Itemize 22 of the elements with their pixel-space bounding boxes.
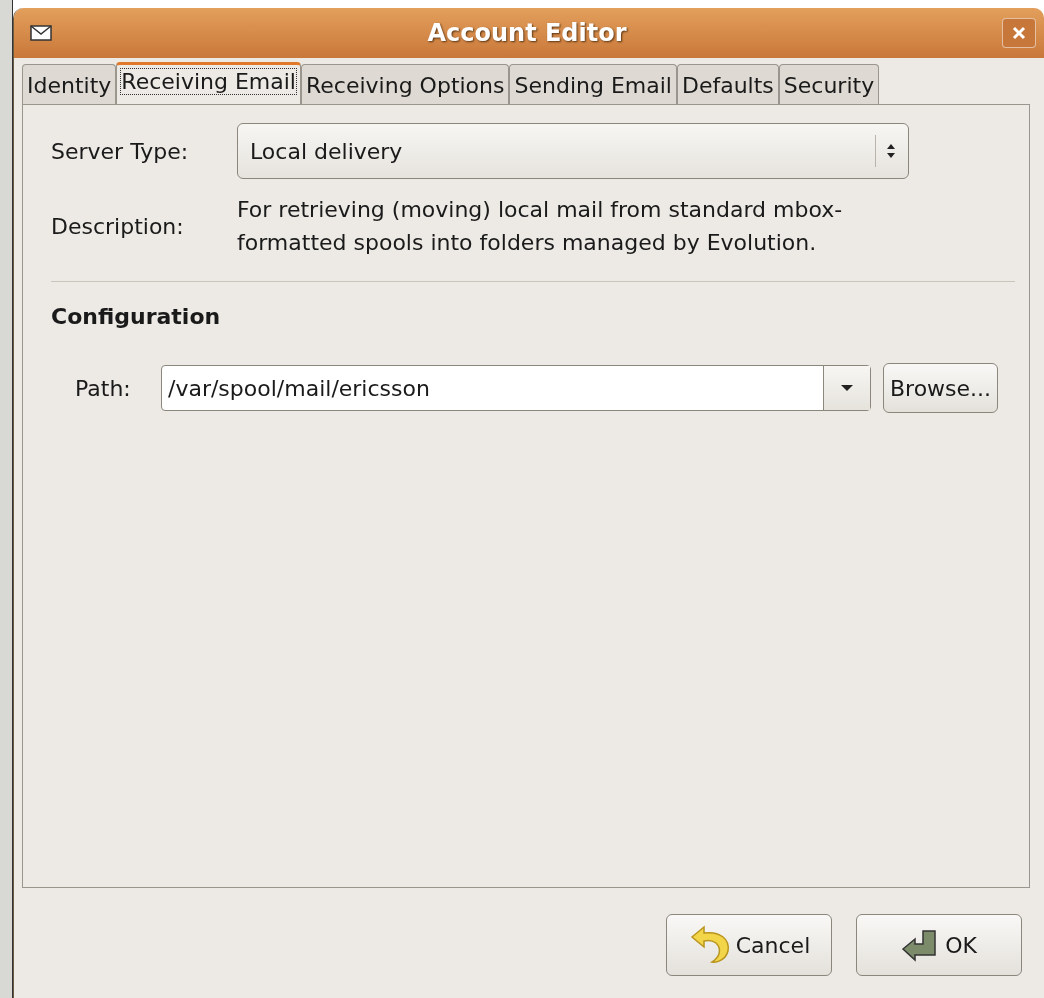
envelope-icon bbox=[30, 25, 52, 41]
server-type-label: Server Type: bbox=[51, 138, 190, 164]
path-label: Path: bbox=[74, 375, 132, 401]
dropdown-arrow-icon bbox=[840, 384, 854, 392]
path-combo-field[interactable]: /var/spool/mail/ericsson bbox=[161, 365, 871, 411]
close-button[interactable] bbox=[1002, 18, 1036, 48]
ok-button[interactable]: OK bbox=[856, 914, 1022, 976]
window-title: Account Editor bbox=[426, 19, 628, 47]
tab[interactable]: Receiving Options bbox=[301, 64, 510, 104]
tab[interactable]: Security bbox=[778, 64, 880, 104]
tab[interactable]: Defaults bbox=[676, 64, 779, 104]
tab[interactable]: Receiving Email bbox=[116, 62, 301, 104]
server-type-dropdown[interactable]: Local delivery bbox=[237, 123, 909, 179]
section-heading: Configuration bbox=[51, 304, 222, 329]
tab[interactable]: Sending Email bbox=[509, 64, 677, 104]
cancel-button[interactable]: Cancel bbox=[666, 914, 832, 976]
browse-button[interactable]: Browse... bbox=[883, 363, 999, 413]
description-label: Description: bbox=[51, 213, 185, 239]
close-icon bbox=[1011, 25, 1027, 41]
tab[interactable]: Identity bbox=[22, 64, 117, 104]
description-text: For retrieving (moving) local mail from standard mbox-formatted spools into folders managed by Evolution. bbox=[237, 196, 844, 257]
up-down-arrows-icon bbox=[886, 142, 896, 160]
